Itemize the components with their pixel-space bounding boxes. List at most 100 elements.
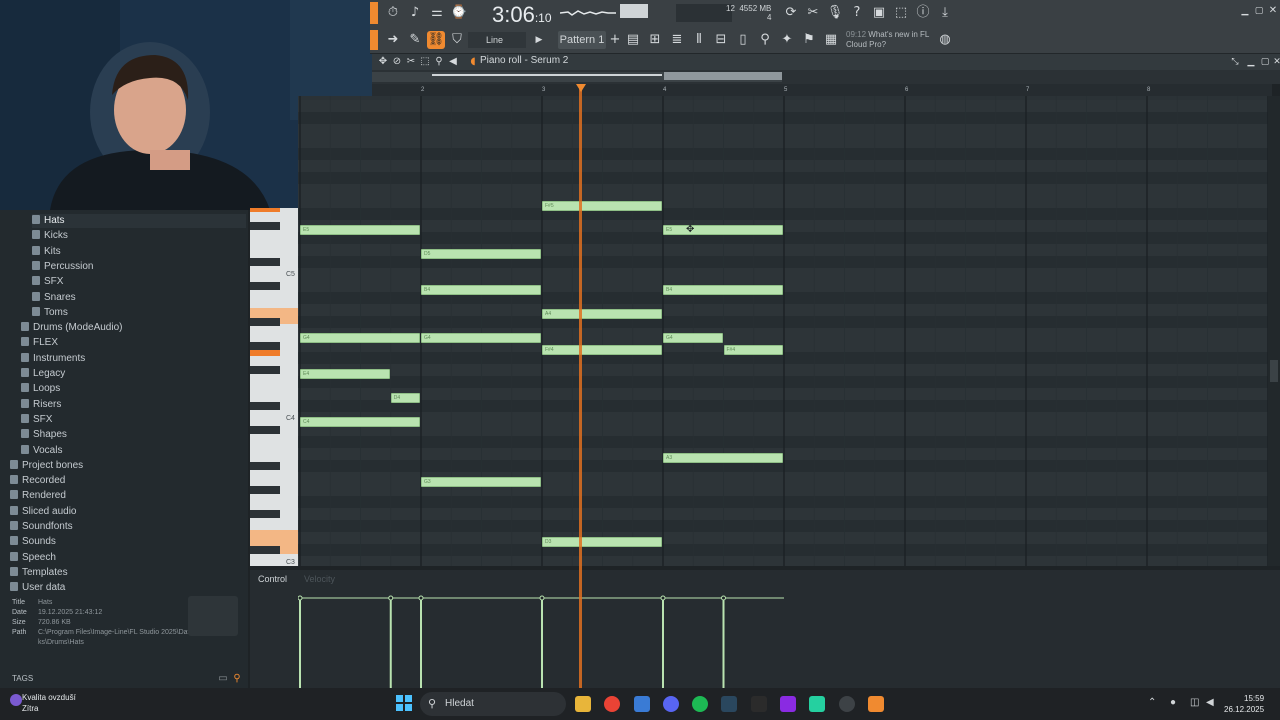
note[interactable]: E5: [300, 225, 420, 235]
browser-item[interactable]: Soundfonts: [10, 520, 246, 534]
channel-rack-icon[interactable]: ≣: [668, 31, 686, 49]
tempo-tap-icon[interactable]: ⏱: [384, 4, 402, 22]
playlist-icon[interactable]: ▤: [624, 31, 642, 49]
info-icon[interactable]: ⓘ: [914, 4, 932, 22]
arrow-right-icon[interactable]: ➜: [384, 31, 402, 49]
stamp-icon[interactable]: ⛉: [448, 31, 466, 49]
browser-item[interactable]: Risers: [21, 398, 246, 412]
browser-item[interactable]: Loops: [21, 382, 246, 396]
browser-item[interactable]: Shapes: [21, 428, 246, 442]
mixer-icon[interactable]: ⫴: [690, 31, 708, 49]
browser-item[interactable]: Instruments: [21, 352, 246, 366]
network-icon[interactable]: ◫: [1190, 697, 1199, 708]
steam-icon[interactable]: [721, 696, 737, 712]
note[interactable]: B4: [421, 285, 541, 295]
black-key[interactable]: [250, 318, 280, 326]
vertical-scroll-thumb[interactable]: [1270, 360, 1278, 382]
black-key[interactable]: [250, 342, 280, 350]
playhead-marker[interactable]: [576, 84, 586, 92]
note[interactable]: E4: [300, 369, 390, 379]
browser-item[interactable]: Sliced audio: [10, 505, 246, 519]
browser-item[interactable]: Legacy: [21, 367, 246, 381]
volume-icon[interactable]: ◀: [1206, 697, 1214, 708]
browser-item[interactable]: Project bones: [10, 459, 246, 473]
black-key[interactable]: [250, 282, 280, 290]
plugin-icon[interactable]: ⚲: [756, 31, 774, 49]
black-key[interactable]: [250, 222, 280, 230]
globe-icon[interactable]: ◍: [936, 31, 954, 49]
search-tag-icon[interactable]: ⚲: [228, 670, 246, 688]
note[interactable]: A4: [542, 309, 662, 319]
close-icon[interactable]: ✕: [1264, 2, 1280, 20]
browser-item[interactable]: Percussion: [32, 260, 246, 274]
cart-icon[interactable]: ▦: [822, 31, 840, 49]
note[interactable]: D3: [542, 537, 662, 547]
note[interactable]: G4: [663, 333, 723, 343]
chrome-icon[interactable]: [604, 696, 620, 712]
control-lane[interactable]: Control Velocity: [250, 570, 1280, 688]
metronome-icon[interactable]: ⚌: [428, 4, 446, 22]
note-grid[interactable]: F#5 E5 E5 D5 B4 B4 A4 G4 G4 G4 F#4 F#4 E4 D4 C4 A3 G3 D3 …: [298, 96, 1268, 566]
fl-studio-icon[interactable]: [868, 696, 884, 712]
piano-roll-title[interactable]: Piano roll - Serum 2: [480, 55, 568, 66]
pr-close-icon[interactable]: ✕: [1268, 53, 1280, 71]
wait-icon[interactable]: ⌚: [450, 4, 468, 22]
browser-item[interactable]: Kicks: [32, 229, 246, 243]
microphone-icon[interactable]: 🎙: [826, 4, 844, 22]
news-panel[interactable]: 09:12 What's new in FL Cloud Pro?: [846, 30, 929, 50]
chat-app-icon[interactable]: [809, 696, 825, 712]
piano-roll-icon[interactable]: ⊞: [646, 31, 664, 49]
black-key[interactable]: [250, 510, 280, 518]
browser-item[interactable]: Vocals: [21, 444, 246, 458]
black-key[interactable]: [250, 486, 280, 494]
velocity-bars[interactable]: [298, 570, 1268, 688]
note[interactable]: D5: [421, 249, 541, 259]
black-key[interactable]: [250, 462, 280, 470]
black-key[interactable]: [250, 366, 280, 374]
piano-roll-overview[interactable]: [372, 70, 1280, 84]
shop-icon[interactable]: ⚑: [800, 31, 818, 49]
save-icon[interactable]: ▣: [870, 4, 888, 22]
render-icon[interactable]: ⬚: [892, 4, 910, 22]
black-key[interactable]: [250, 426, 280, 434]
refresh-icon[interactable]: ⟳: [782, 4, 800, 22]
browser-item[interactable]: Kits: [32, 245, 246, 259]
browser-item[interactable]: Snares: [32, 291, 246, 305]
note[interactable]: G3: [421, 477, 541, 487]
browser-item[interactable]: User data: [10, 581, 246, 595]
browser-item[interactable]: Toms: [32, 306, 246, 320]
store-icon[interactable]: [634, 696, 650, 712]
browser-item[interactable]: Recorded: [10, 474, 246, 488]
pattern-selector[interactable]: Pattern 1: [558, 31, 606, 49]
tray-chevron-icon[interactable]: ⌃: [1148, 697, 1156, 708]
black-key[interactable]: [250, 258, 280, 266]
weather-widget[interactable]: Kvalita ovzduší Zítra: [22, 692, 76, 714]
help-icon[interactable]: ?: [848, 4, 866, 22]
download-icon[interactable]: ⤓: [936, 4, 954, 22]
mic-tray-icon[interactable]: ●: [1170, 697, 1176, 708]
add-pattern-icon[interactable]: +: [606, 31, 624, 49]
browser-item[interactable]: Rendered: [10, 489, 246, 503]
note[interactable]: F#4: [723, 345, 783, 355]
link-icon[interactable]: ⛓: [427, 31, 445, 49]
snap-mode-select[interactable]: Line: [468, 32, 526, 48]
taskbar-clock[interactable]: 15:59 26.12.2025: [1224, 693, 1264, 715]
weather-icon[interactable]: [10, 694, 22, 706]
note[interactable]: D4: [390, 393, 420, 403]
vertical-scrollbar[interactable]: [1268, 96, 1280, 566]
browser-item[interactable]: SFX: [21, 413, 246, 427]
play-small-icon[interactable]: ▶: [530, 31, 548, 49]
discord-icon[interactable]: [663, 696, 679, 712]
note[interactable]: F#4: [542, 345, 662, 355]
browser-item[interactable]: SFX: [32, 275, 246, 289]
browser-item[interactable]: FLEX: [21, 336, 246, 350]
pressed-key-top[interactable]: [250, 208, 280, 212]
browser-item[interactable]: Templates: [10, 566, 246, 580]
beat-icon[interactable]: ♪: [406, 4, 424, 22]
control-label[interactable]: Control: [258, 574, 287, 584]
file-explorer-icon[interactable]: [575, 696, 591, 712]
browser-icon[interactable]: ⊟: [712, 31, 730, 49]
settings-gear-icon[interactable]: [839, 696, 855, 712]
clipboard-icon[interactable]: ▯: [734, 31, 752, 49]
note[interactable]: E5: [663, 225, 783, 235]
